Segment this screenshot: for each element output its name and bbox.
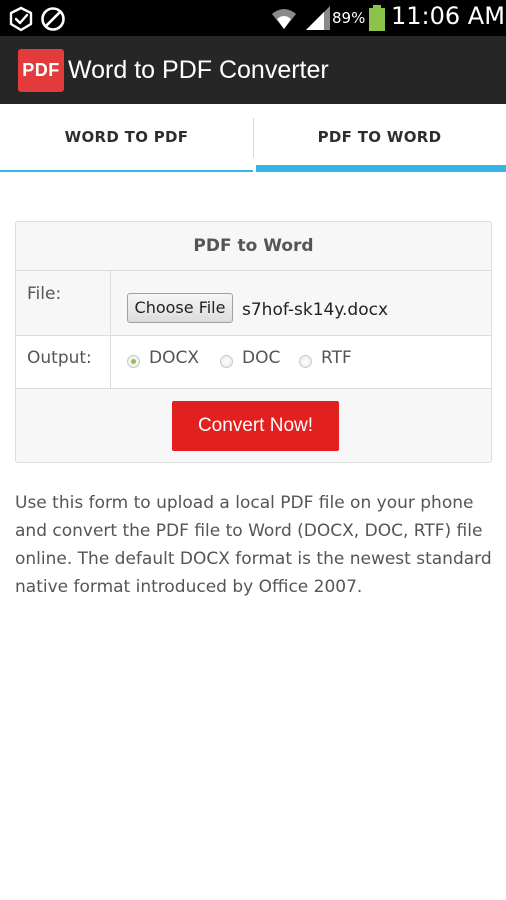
tab-underline	[0, 170, 253, 172]
convert-now-button[interactable]: Convert Now!	[172, 401, 339, 451]
tab-pdf-to-word[interactable]: PDF TO WORD	[253, 104, 506, 172]
clock: 11:06 AM	[391, 2, 505, 30]
output-label: Output:	[16, 336, 111, 388]
converter-form: PDF to Word File: Choose File s7hof-sk14…	[15, 221, 492, 463]
app-title: Word to PDF Converter	[68, 56, 329, 84]
file-label: File:	[16, 271, 111, 335]
radio-docx-label[interactable]: DOCX	[149, 348, 199, 368]
wifi-icon	[272, 9, 296, 29]
radio-doc-label[interactable]: DOC	[242, 348, 280, 368]
radio-docx[interactable]	[127, 355, 140, 368]
signal-icon	[306, 6, 330, 30]
radio-doc[interactable]	[220, 355, 233, 368]
no-disturb-icon	[41, 7, 65, 31]
form-title: PDF to Word	[16, 222, 491, 271]
tab-label: PDF TO WORD	[317, 128, 442, 146]
selected-file-name: s7hof-sk14y.docx	[242, 300, 389, 320]
status-bar: 89% 11:06 AM	[0, 0, 506, 36]
tab-label: WORD TO PDF	[64, 128, 189, 146]
cube-check-icon	[9, 6, 33, 32]
radio-rtf[interactable]	[299, 355, 312, 368]
radio-rtf-label[interactable]: RTF	[321, 348, 352, 368]
app-logo: PDF	[18, 49, 64, 92]
tab-word-to-pdf[interactable]: WORD TO PDF	[0, 104, 253, 172]
form-description: Use this form to upload a local PDF file…	[15, 493, 492, 597]
output-row: Output: DOCX DOC RTF	[16, 336, 491, 389]
file-row: File: Choose File s7hof-sk14y.docx	[16, 271, 491, 336]
battery-icon	[369, 5, 385, 31]
battery-percent: 89%	[332, 9, 366, 27]
submit-row: Convert Now!	[16, 389, 491, 462]
action-bar: PDF Word to PDF Converter	[0, 36, 506, 104]
tab-active-indicator	[256, 165, 506, 172]
choose-file-button[interactable]: Choose File	[127, 293, 233, 323]
tab-bar: WORD TO PDF PDF TO WORD	[0, 104, 506, 172]
